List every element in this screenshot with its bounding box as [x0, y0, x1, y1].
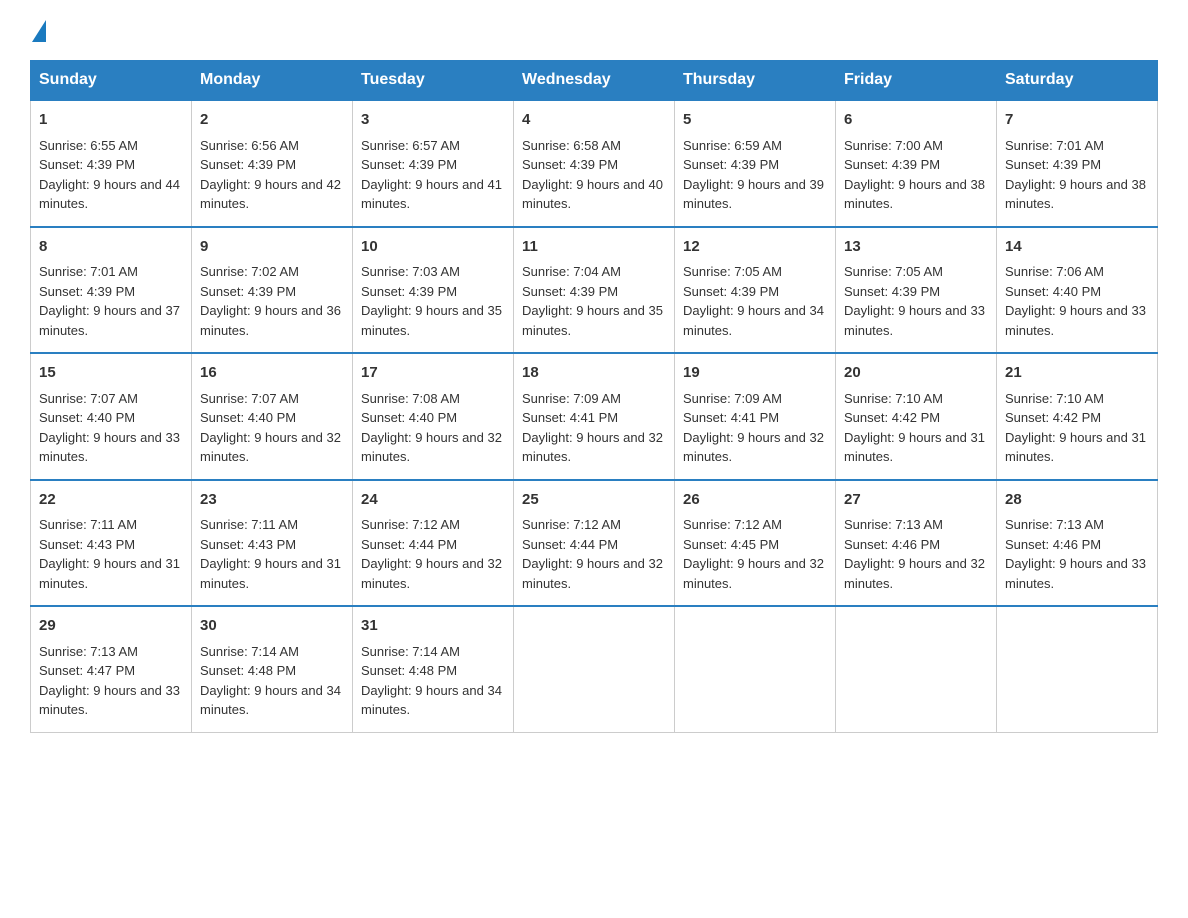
calendar-cell: 18Sunrise: 7:09 AMSunset: 4:41 PMDayligh… [514, 353, 675, 480]
weekday-header-saturday: Saturday [997, 61, 1158, 101]
calendar-table: SundayMondayTuesdayWednesdayThursdayFrid… [30, 60, 1158, 733]
page-header [30, 20, 1158, 42]
calendar-cell: 9Sunrise: 7:02 AMSunset: 4:39 PMDaylight… [192, 227, 353, 354]
day-number: 10 [361, 236, 505, 259]
calendar-cell: 27Sunrise: 7:13 AMSunset: 4:46 PMDayligh… [836, 480, 997, 607]
calendar-cell: 28Sunrise: 7:13 AMSunset: 4:46 PMDayligh… [997, 480, 1158, 607]
calendar-cell: 7Sunrise: 7:01 AMSunset: 4:39 PMDaylight… [997, 100, 1158, 227]
day-number: 3 [361, 109, 505, 132]
day-number: 5 [683, 109, 827, 132]
weekday-header-monday: Monday [192, 61, 353, 101]
weekday-header-wednesday: Wednesday [514, 61, 675, 101]
day-number: 7 [1005, 109, 1149, 132]
day-number: 28 [1005, 489, 1149, 512]
day-number: 12 [683, 236, 827, 259]
day-number: 23 [200, 489, 344, 512]
calendar-cell: 8Sunrise: 7:01 AMSunset: 4:39 PMDaylight… [31, 227, 192, 354]
day-number: 18 [522, 362, 666, 385]
weekday-header-sunday: Sunday [31, 61, 192, 101]
weekday-header-tuesday: Tuesday [353, 61, 514, 101]
day-number: 17 [361, 362, 505, 385]
weekday-header-friday: Friday [836, 61, 997, 101]
day-number: 13 [844, 236, 988, 259]
day-number: 27 [844, 489, 988, 512]
calendar-cell: 26Sunrise: 7:12 AMSunset: 4:45 PMDayligh… [675, 480, 836, 607]
day-number: 2 [200, 109, 344, 132]
calendar-cell: 30Sunrise: 7:14 AMSunset: 4:48 PMDayligh… [192, 606, 353, 732]
calendar-cell: 3Sunrise: 6:57 AMSunset: 4:39 PMDaylight… [353, 100, 514, 227]
weekday-header-row: SundayMondayTuesdayWednesdayThursdayFrid… [31, 61, 1158, 101]
calendar-cell: 4Sunrise: 6:58 AMSunset: 4:39 PMDaylight… [514, 100, 675, 227]
calendar-week-4: 22Sunrise: 7:11 AMSunset: 4:43 PMDayligh… [31, 480, 1158, 607]
calendar-header: SundayMondayTuesdayWednesdayThursdayFrid… [31, 61, 1158, 101]
calendar-cell: 5Sunrise: 6:59 AMSunset: 4:39 PMDaylight… [675, 100, 836, 227]
calendar-cell: 31Sunrise: 7:14 AMSunset: 4:48 PMDayligh… [353, 606, 514, 732]
day-number: 11 [522, 236, 666, 259]
day-number: 6 [844, 109, 988, 132]
calendar-cell: 19Sunrise: 7:09 AMSunset: 4:41 PMDayligh… [675, 353, 836, 480]
calendar-cell [836, 606, 997, 732]
calendar-week-5: 29Sunrise: 7:13 AMSunset: 4:47 PMDayligh… [31, 606, 1158, 732]
calendar-cell: 16Sunrise: 7:07 AMSunset: 4:40 PMDayligh… [192, 353, 353, 480]
day-number: 31 [361, 615, 505, 638]
calendar-body: 1Sunrise: 6:55 AMSunset: 4:39 PMDaylight… [31, 100, 1158, 732]
calendar-cell: 22Sunrise: 7:11 AMSunset: 4:43 PMDayligh… [31, 480, 192, 607]
calendar-cell: 2Sunrise: 6:56 AMSunset: 4:39 PMDaylight… [192, 100, 353, 227]
calendar-cell: 11Sunrise: 7:04 AMSunset: 4:39 PMDayligh… [514, 227, 675, 354]
day-number: 1 [39, 109, 183, 132]
calendar-cell: 13Sunrise: 7:05 AMSunset: 4:39 PMDayligh… [836, 227, 997, 354]
calendar-cell: 20Sunrise: 7:10 AMSunset: 4:42 PMDayligh… [836, 353, 997, 480]
day-number: 16 [200, 362, 344, 385]
day-number: 24 [361, 489, 505, 512]
calendar-cell: 1Sunrise: 6:55 AMSunset: 4:39 PMDaylight… [31, 100, 192, 227]
day-number: 8 [39, 236, 183, 259]
calendar-cell: 15Sunrise: 7:07 AMSunset: 4:40 PMDayligh… [31, 353, 192, 480]
calendar-cell: 29Sunrise: 7:13 AMSunset: 4:47 PMDayligh… [31, 606, 192, 732]
calendar-cell [997, 606, 1158, 732]
day-number: 9 [200, 236, 344, 259]
day-number: 21 [1005, 362, 1149, 385]
day-number: 25 [522, 489, 666, 512]
day-number: 14 [1005, 236, 1149, 259]
logo [30, 20, 48, 42]
calendar-week-2: 8Sunrise: 7:01 AMSunset: 4:39 PMDaylight… [31, 227, 1158, 354]
weekday-header-thursday: Thursday [675, 61, 836, 101]
day-number: 26 [683, 489, 827, 512]
calendar-cell: 21Sunrise: 7:10 AMSunset: 4:42 PMDayligh… [997, 353, 1158, 480]
calendar-cell: 6Sunrise: 7:00 AMSunset: 4:39 PMDaylight… [836, 100, 997, 227]
calendar-cell [514, 606, 675, 732]
day-number: 15 [39, 362, 183, 385]
calendar-cell: 23Sunrise: 7:11 AMSunset: 4:43 PMDayligh… [192, 480, 353, 607]
calendar-cell: 12Sunrise: 7:05 AMSunset: 4:39 PMDayligh… [675, 227, 836, 354]
calendar-week-3: 15Sunrise: 7:07 AMSunset: 4:40 PMDayligh… [31, 353, 1158, 480]
day-number: 20 [844, 362, 988, 385]
calendar-cell: 25Sunrise: 7:12 AMSunset: 4:44 PMDayligh… [514, 480, 675, 607]
logo-triangle-icon [32, 20, 46, 42]
day-number: 30 [200, 615, 344, 638]
calendar-cell [675, 606, 836, 732]
calendar-cell: 14Sunrise: 7:06 AMSunset: 4:40 PMDayligh… [997, 227, 1158, 354]
calendar-week-1: 1Sunrise: 6:55 AMSunset: 4:39 PMDaylight… [31, 100, 1158, 227]
day-number: 29 [39, 615, 183, 638]
calendar-cell: 17Sunrise: 7:08 AMSunset: 4:40 PMDayligh… [353, 353, 514, 480]
calendar-cell: 24Sunrise: 7:12 AMSunset: 4:44 PMDayligh… [353, 480, 514, 607]
day-number: 22 [39, 489, 183, 512]
calendar-cell: 10Sunrise: 7:03 AMSunset: 4:39 PMDayligh… [353, 227, 514, 354]
day-number: 19 [683, 362, 827, 385]
day-number: 4 [522, 109, 666, 132]
